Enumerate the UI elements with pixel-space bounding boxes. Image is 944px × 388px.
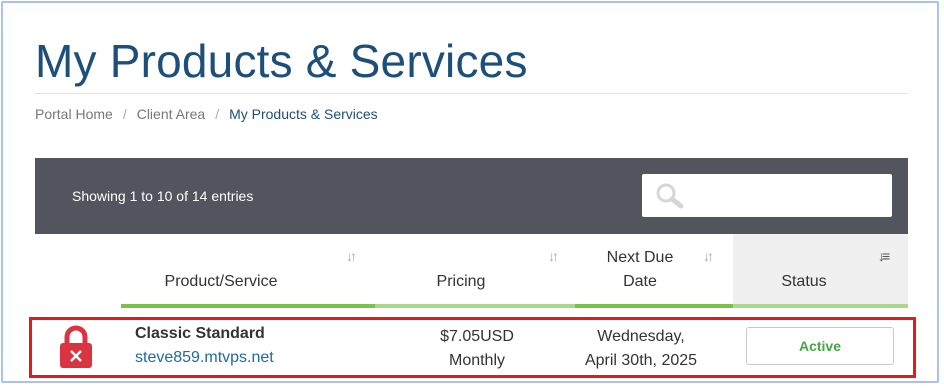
breadcrumb-separator: / (122, 106, 127, 122)
next-due-date-cell: Wednesday, April 30th, 2025 (576, 325, 706, 373)
status-badge[interactable]: Active (746, 327, 894, 365)
header-underline (375, 304, 575, 308)
header-underline (121, 304, 375, 308)
sort-unsorted-icon: ↓↑ (548, 248, 559, 264)
header-underline (575, 304, 733, 308)
title-divider (35, 93, 908, 94)
breadcrumb-separator: / (215, 106, 220, 122)
lock-suspended-icon (60, 325, 92, 368)
column-label-product: Product/Service (164, 273, 278, 290)
table-header: ↓↑ Product/Service ↓↑ Pricing ↓↑ Next Du… (35, 234, 908, 308)
column-label-pricing: Pricing (436, 273, 486, 290)
breadcrumb-portal-home[interactable]: Portal Home (35, 106, 113, 122)
search-icon (656, 183, 684, 209)
product-domain-link[interactable]: steve859.mtvps.net (135, 349, 274, 367)
column-header-pricing[interactable]: ↓↑ Pricing (375, 234, 575, 308)
header-underline (733, 304, 908, 308)
page-title: My Products & Services (35, 35, 528, 87)
product-name: Classic Standard (135, 325, 265, 342)
due-date-weekday: Wednesday, (597, 328, 685, 345)
due-date-day: April 30th, 2025 (584, 352, 698, 369)
column-header-status[interactable]: ↓≡ Status (733, 234, 908, 308)
column-label-next-due-line2: Date (623, 273, 657, 290)
billing-cycle: Monthly (448, 352, 506, 369)
breadcrumb-client-area[interactable]: Client Area (137, 106, 205, 122)
price-amount: $7.05USD (440, 328, 514, 345)
breadcrumb: Portal Home / Client Area / My Products & Se… (35, 106, 378, 122)
column-header-next-due[interactable]: ↓↑ Next Due Date (575, 234, 733, 308)
column-label-next-due: Next Due Date (575, 246, 705, 294)
column-label-status: Status (781, 273, 827, 290)
column-label-next-due-line1: Next Due (606, 249, 674, 266)
breadcrumb-current: My Products & Services (229, 106, 378, 122)
sort-ascending-icon: ↓≡ (878, 248, 890, 264)
search-input[interactable] (642, 174, 892, 217)
sort-unsorted-icon: ↓↑ (346, 248, 357, 264)
table-toolbar: Showing 1 to 10 of 14 entries (35, 158, 908, 234)
pricing-cell: $7.05USD Monthly (392, 325, 562, 373)
column-header-product[interactable]: ↓↑ Product/Service (121, 234, 375, 308)
entries-info: Showing 1 to 10 of 14 entries (72, 188, 254, 204)
